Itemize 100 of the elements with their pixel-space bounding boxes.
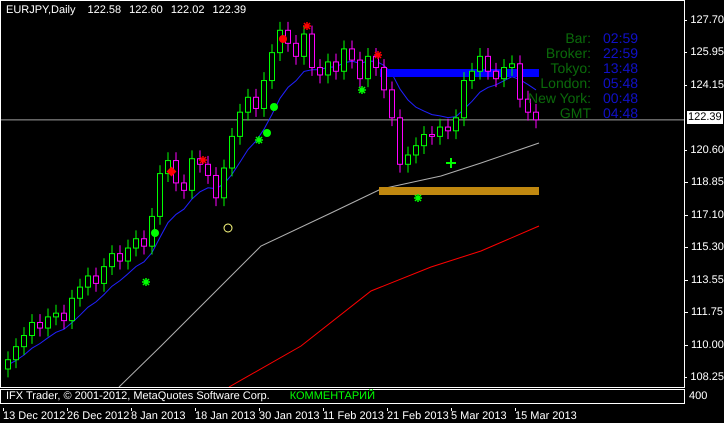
candlestick	[53, 304, 59, 326]
time-axis-label: 30 Jan 2013	[259, 411, 320, 422]
candlestick	[181, 174, 187, 200]
candlestick	[237, 103, 243, 146]
asterisk-marker	[357, 85, 367, 95]
candlestick	[325, 53, 331, 84]
session-label: GMT	[560, 107, 591, 120]
price-axis-label: 115.30	[691, 242, 724, 254]
candlestick	[197, 150, 203, 174]
candlestick	[69, 289, 75, 330]
candlestick	[429, 126, 435, 146]
asterisk-marker	[198, 155, 208, 165]
candlestick	[301, 25, 307, 66]
candlestick	[109, 244, 115, 276]
candlestick	[381, 58, 387, 99]
candlestick	[77, 278, 83, 308]
asterisk-marker	[254, 135, 264, 145]
subwindow-axis-label: 400	[689, 391, 708, 404]
candlestick	[397, 108, 403, 174]
dot-marker	[263, 129, 271, 137]
session-label: Bar:	[565, 32, 591, 45]
candlestick	[293, 34, 299, 66]
session-time: 00:48	[603, 92, 640, 105]
plus-marker	[445, 157, 457, 169]
dot-marker	[270, 103, 278, 111]
time-axis-label: 18 Jan 2013	[195, 411, 256, 422]
candlestick	[13, 338, 19, 369]
price-axis-label: 113.55	[691, 274, 724, 286]
asterisk-marker	[302, 21, 312, 31]
candlestick	[525, 90, 531, 122]
candlestick	[189, 150, 195, 200]
candlestick	[453, 108, 459, 140]
candlestick	[125, 239, 131, 270]
candlestick	[349, 40, 355, 69]
session-label: Tokyo:	[550, 62, 591, 75]
candlestick	[317, 58, 323, 84]
candlestick	[477, 47, 483, 80]
candlestick	[45, 308, 51, 337]
time-axis-label: 5 Mar 2013	[451, 411, 508, 422]
candlestick	[221, 159, 227, 207]
candlestick	[469, 62, 475, 90]
comment-text: КОММЕНТАРИЙ	[290, 391, 375, 402]
candlestick	[157, 164, 163, 226]
asterisk-marker	[373, 50, 383, 60]
price-axis-label: 108.25	[690, 372, 724, 383]
price-axis-label: 125.95	[690, 47, 724, 58]
candlestick	[461, 72, 467, 127]
candlestick	[485, 47, 491, 80]
price-axis-label: 110.00	[691, 340, 724, 351]
candlestick	[229, 128, 235, 177]
price-value: 122.39	[212, 5, 246, 16]
candlestick	[5, 350, 11, 378]
candlestick	[205, 155, 211, 184]
candlestick	[501, 58, 507, 88]
price-axis-label: 120.60	[690, 144, 724, 156]
diamond-marker	[166, 166, 176, 176]
session-time: 04:48	[603, 107, 640, 120]
asterisk-marker	[141, 277, 151, 287]
candlestick	[533, 103, 539, 129]
candlestick	[93, 267, 99, 292]
time-axis-label: 26 Dec 2012	[67, 411, 128, 422]
symbol-title: EURJPY,Daily	[6, 5, 76, 16]
asterisk-marker	[413, 193, 423, 203]
candlestick	[493, 62, 499, 88]
candlestick	[29, 314, 35, 344]
price-axis-label: 127.70	[690, 15, 724, 26]
candlestick	[517, 54, 523, 108]
time-axis-label: 8 Jan 2013	[131, 411, 186, 422]
candlestick	[61, 304, 67, 330]
candlestick	[261, 72, 267, 118]
price-axis-label: 118.85	[691, 177, 724, 188]
price-value: 122.60	[129, 5, 163, 16]
price-value: 122.58	[88, 5, 122, 16]
candlestick	[213, 166, 219, 207]
price-axis-label: 117.10	[691, 210, 724, 221]
time-axis-label: 11 Feb 2013	[323, 411, 384, 422]
candlestick	[437, 118, 443, 146]
price-axis-label: 111.75	[691, 307, 724, 318]
time-axis-label: 21 Feb 2013	[387, 411, 448, 422]
candlestick	[421, 126, 427, 155]
session-label: New York:	[528, 92, 591, 105]
candlestick	[85, 267, 91, 296]
candlestick	[117, 244, 123, 270]
session-label: Broker:	[546, 47, 591, 60]
candlestick	[509, 54, 515, 76]
candlestick	[341, 40, 347, 80]
session-time: 02:59	[603, 32, 640, 45]
candlestick	[285, 21, 291, 52]
candlestick	[101, 258, 107, 292]
candlestick	[245, 88, 251, 122]
candlestick	[37, 314, 43, 337]
candlestick	[413, 136, 419, 164]
price-axis-label: 124.15	[690, 80, 724, 91]
candlestick	[333, 53, 339, 80]
session-time: 05:48	[603, 77, 640, 90]
time-axis-label: 13 Dec 2012	[3, 411, 64, 422]
candlestick	[173, 152, 179, 192]
candlestick	[309, 25, 315, 76]
price-value: 122.02	[170, 5, 204, 16]
dot-marker	[279, 35, 287, 43]
